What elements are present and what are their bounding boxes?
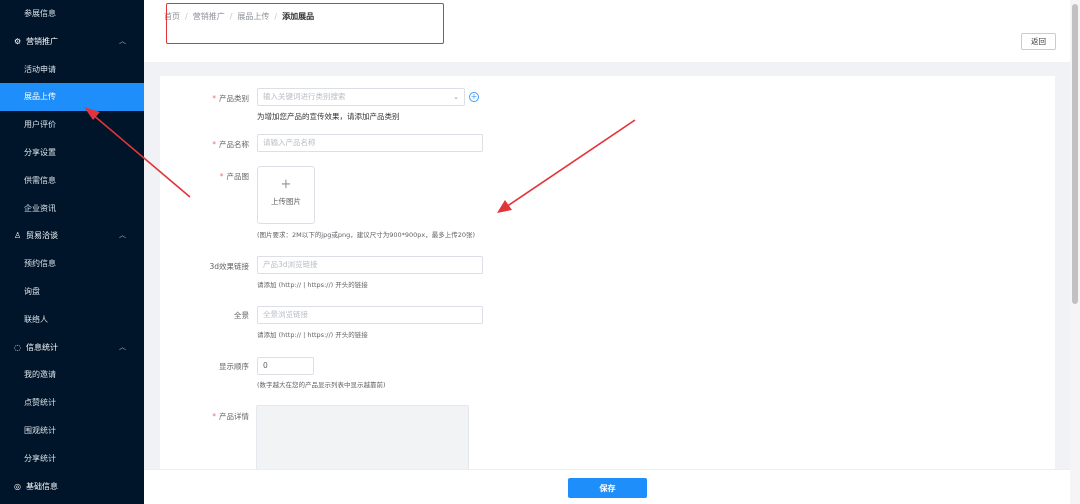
info-icon: ◎ — [14, 481, 21, 491]
display-order-input[interactable]: 0 — [257, 357, 314, 375]
sidebar-item-product-upload[interactable]: 展品上传 — [0, 83, 144, 112]
sidebar-item-inquiries[interactable]: 询盘 — [0, 278, 144, 306]
sidebar-group-basic-info[interactable]: ◎ 基础信息 — [0, 473, 144, 501]
stats-icon: ◌ — [14, 342, 21, 352]
sidebar-item-my-invitations[interactable]: 我的邀请 — [0, 361, 144, 389]
user-icon: ♙ — [14, 231, 22, 241]
link3d-hint: 请添加 (http:// | https://) 开头的链接 — [257, 281, 368, 289]
form-footer: 保存 — [144, 469, 1070, 504]
back-button[interactable]: 返回 — [1021, 33, 1056, 50]
product-name-input[interactable]: 请输入产品名称 — [257, 134, 483, 152]
sidebar-item-activity-apply[interactable]: 活动申请 — [0, 56, 144, 84]
panorama-input[interactable]: 全景浏览链接 — [257, 306, 483, 324]
sidebar-group-statistics[interactable]: ◌ 信息统计 ︿ — [0, 334, 144, 362]
sidebar-item-supply-demand[interactable]: 供需信息 — [0, 167, 144, 195]
chevron-up-icon: ︿ — [119, 36, 126, 45]
sidebar-item-share-settings[interactable]: 分享设置 — [0, 139, 144, 167]
sidebar-item-user-reviews[interactable]: 用户评价 — [0, 111, 144, 139]
category-select[interactable]: 输入关键词进行类别搜索 ⌄ — [257, 88, 465, 106]
image-label: * 产品图 — [219, 172, 249, 181]
link3d-label: 3d效果链接 — [209, 262, 249, 271]
sidebar-item-share-stats[interactable]: 分享统计 — [0, 445, 144, 473]
sidebar-item-view-stats[interactable]: 围观统计 — [0, 417, 144, 445]
save-button[interactable]: 保存 — [568, 478, 647, 498]
page-header: 首页 / 营销推广 / 展品上传 / 添加展品 返回 — [144, 0, 1080, 62]
category-hint: 为增加您产品的宣传效果，请添加产品类别 — [257, 112, 400, 121]
gear-icon: ⚙ — [14, 36, 22, 46]
name-label: * 产品名称 — [212, 140, 249, 149]
sidebar: 参展信息 ⚙ 营销推广 ︿ 活动申请 展品上传 用户评价 分享设置 供需信息 企业… — [0, 0, 144, 504]
sidebar-item-contacts[interactable]: 联络人 — [0, 306, 144, 334]
detail-label: * 产品详情 — [212, 412, 249, 421]
order-label: 显示顺序 — [219, 362, 249, 371]
sidebar-item-exhibit-info[interactable]: 参展信息 — [0, 0, 144, 28]
image-upload-button[interactable]: + 上传图片 — [257, 166, 315, 224]
scrollbar-thumb[interactable] — [1072, 4, 1078, 304]
page-scrollbar[interactable] — [1070, 0, 1080, 504]
chevron-up-icon: ︿ — [119, 342, 126, 351]
annotation-highlight-box — [166, 3, 444, 44]
panorama-label: 全景 — [234, 311, 249, 320]
sidebar-item-appointments[interactable]: 预约信息 — [0, 250, 144, 278]
add-category-icon[interactable]: + — [469, 92, 479, 102]
sidebar-item-company-news[interactable]: 企业资讯 — [0, 195, 144, 223]
chevron-down-icon: ⌄ — [453, 93, 459, 101]
link3d-input[interactable]: 产品3d浏览链接 — [257, 256, 483, 274]
plus-icon: + — [280, 177, 292, 192]
sidebar-group-trade[interactable]: ♙ 贸易洽谈 ︿ — [0, 222, 144, 250]
sidebar-item-like-stats[interactable]: 点赞统计 — [0, 389, 144, 417]
product-form: * 产品类别 输入关键词进行类别搜索 ⌄ + 为增加您产品的宣传效果，请添加产品类… — [160, 76, 1055, 485]
panorama-hint: 请添加 (http:// | https://) 开头的链接 — [257, 331, 368, 339]
image-hint: (图片要求：2M以下的jpg或png，建议尺寸为900*900px，最多上传20… — [257, 231, 476, 239]
order-hint: (数字越大在您的产品显示列表中显示越靠前) — [257, 381, 386, 389]
sidebar-group-marketing[interactable]: ⚙ 营销推广 ︿ — [0, 28, 144, 56]
chevron-up-icon: ︿ — [119, 231, 126, 240]
category-label: * 产品类别 — [212, 94, 249, 103]
